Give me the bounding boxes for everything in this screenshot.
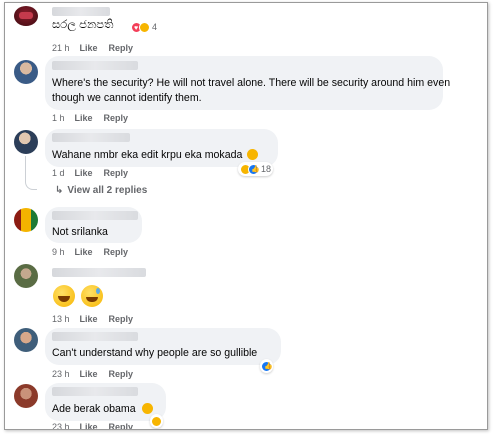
like-button[interactable]: Like — [75, 247, 93, 257]
commenter-name-redacted[interactable] — [52, 387, 138, 396]
reaction-summary[interactable] — [150, 414, 163, 428]
grinning-sweat-emoji-icon — [81, 285, 103, 307]
comment-actions: 23 h Like Reply — [52, 369, 144, 379]
comment-text: Not srilanka — [52, 226, 108, 238]
comment-actions: 1 h Like Reply — [52, 113, 139, 123]
comment-actions: 21 h Like Reply — [52, 43, 144, 53]
reply-button[interactable]: Reply — [109, 314, 134, 324]
reaction-summary[interactable]: 👍 — [260, 359, 273, 373]
crying-laughing-emoji-icon — [247, 149, 259, 160]
commenter-name-redacted[interactable] — [52, 7, 110, 16]
reply-button[interactable]: Reply — [104, 113, 129, 123]
like-button[interactable]: Like — [75, 168, 93, 178]
like-reaction-icon: 👍 — [261, 360, 273, 372]
reaction-count: 4 — [152, 22, 158, 32]
avatar[interactable] — [14, 6, 38, 26]
reply-button[interactable]: Reply — [109, 369, 134, 379]
like-button[interactable]: Like — [80, 369, 98, 379]
like-reaction-icon: 👍 — [248, 163, 260, 175]
reply-button[interactable]: Reply — [104, 168, 129, 178]
avatar[interactable] — [14, 60, 38, 84]
comment-actions: 1 d Like Reply — [52, 168, 139, 178]
comment-timestamp[interactable]: 21 h — [52, 43, 70, 53]
comment-actions: 9 h Like Reply — [52, 247, 139, 257]
comment-timestamp[interactable]: 1 h — [52, 113, 65, 123]
commenter-name-redacted[interactable] — [52, 332, 138, 341]
reply-button[interactable]: Reply — [109, 422, 134, 429]
comment-actions: 13 h Like Reply — [52, 314, 144, 324]
comment-actions: 23 h Like Reply — [52, 422, 144, 429]
avatar[interactable] — [14, 208, 38, 232]
commenter-name-redacted[interactable] — [52, 133, 130, 142]
comment-text: Ade berak obama — [52, 402, 153, 416]
smiling-emoji-icon — [141, 403, 153, 414]
reaction-count: 18 — [261, 164, 272, 174]
like-button[interactable]: Like — [80, 314, 98, 324]
comment-timestamp[interactable]: 13 h — [52, 314, 70, 324]
comment-text: Wahane nmbr eka edit krpu eka mokada — [52, 148, 259, 162]
avatar[interactable] — [14, 384, 38, 408]
comment-text-line-2: though we cannot identify them. — [52, 92, 202, 104]
rolling-laughing-emoji-icon — [53, 285, 75, 307]
haha-reaction-icon — [139, 21, 150, 33]
reaction-summary[interactable]: 👍 18 — [238, 162, 274, 176]
commenter-name-redacted[interactable] — [52, 61, 138, 70]
avatar[interactable] — [14, 328, 38, 352]
comment-text-body: Ade berak obama — [52, 403, 136, 415]
view-replies-link[interactable]: ↳ View all 2 replies — [55, 185, 147, 196]
commenter-name-redacted[interactable] — [52, 268, 146, 277]
comments-panel: සරල ජනපති ♥ 4 21 h Like Reply Where's the … — [4, 2, 488, 430]
reply-arrow-icon: ↳ — [55, 185, 64, 196]
view-replies-label: View all 2 replies — [67, 185, 148, 196]
reply-button[interactable]: Reply — [109, 43, 134, 53]
reaction-summary[interactable]: ♥ 4 — [129, 20, 159, 34]
like-button[interactable]: Like — [80, 422, 98, 429]
reply-button[interactable]: Reply — [104, 247, 129, 257]
comment-text: සරල ජනපති — [52, 19, 114, 31]
comment-text-line-1: Where's the security? He will not travel… — [52, 77, 451, 89]
avatar[interactable] — [14, 264, 38, 288]
reply-thread-line — [25, 156, 37, 190]
haha-reaction-icon — [151, 415, 162, 427]
comment-text: Can't understand why people are so gulli… — [52, 347, 258, 359]
like-button[interactable]: Like — [80, 43, 98, 53]
comment-timestamp[interactable]: 23 h — [52, 422, 70, 429]
avatar[interactable] — [14, 130, 38, 154]
comment-timestamp[interactable]: 23 h — [52, 369, 70, 379]
commenter-name-redacted[interactable] — [52, 211, 138, 220]
comment-timestamp[interactable]: 1 d — [52, 168, 65, 178]
like-button[interactable]: Like — [75, 113, 93, 123]
comment-text-body: Wahane nmbr eka edit krpu eka mokada — [52, 149, 243, 161]
comment-timestamp[interactable]: 9 h — [52, 247, 65, 257]
